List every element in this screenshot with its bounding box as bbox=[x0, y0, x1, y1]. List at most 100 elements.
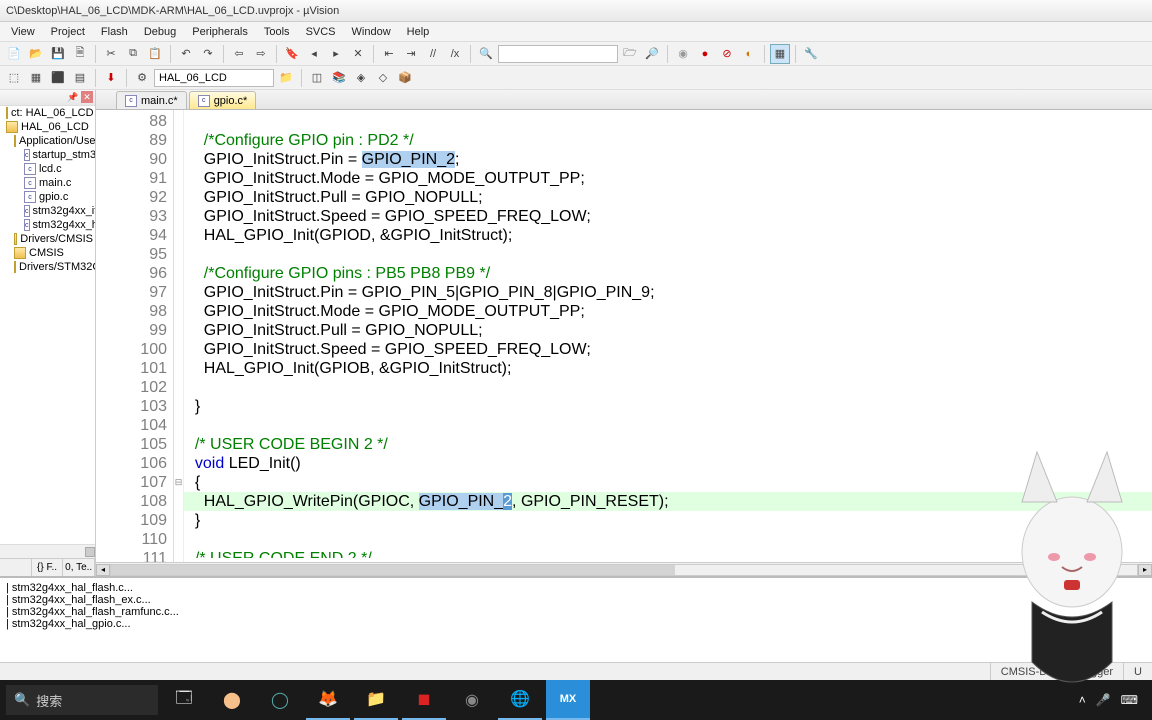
taskbar-app-red[interactable]: ◼ bbox=[402, 680, 446, 720]
taskbar-cortana-icon[interactable]: ◯ bbox=[258, 680, 302, 720]
batch-build-icon[interactable]: ▤ bbox=[70, 68, 90, 88]
bookmark-icon[interactable]: 🔖 bbox=[282, 44, 302, 64]
tray-ime-icon[interactable]: ⌨ bbox=[1121, 693, 1138, 707]
uncomment-icon[interactable]: /x bbox=[445, 44, 465, 64]
code-line[interactable]: GPIO_InitStruct.Pin = GPIO_PIN_2; bbox=[186, 150, 1152, 169]
bookmark-prev-icon[interactable]: ◂ bbox=[304, 44, 324, 64]
find-dropdown[interactable] bbox=[498, 45, 618, 63]
code-line[interactable]: void LED_Init() bbox=[186, 454, 1152, 473]
code-line[interactable]: } bbox=[186, 511, 1152, 530]
taskbar-cubemx-icon[interactable]: MX bbox=[546, 680, 590, 720]
pack-installer-icon[interactable]: 📦 bbox=[395, 68, 415, 88]
tree-item[interactable]: clcd.c bbox=[0, 162, 95, 176]
target-options-icon[interactable]: ⚙ bbox=[132, 68, 152, 88]
editor-hscroll[interactable]: ◂ ▸ bbox=[96, 562, 1152, 576]
window-layout-icon[interactable]: ▦ bbox=[770, 44, 790, 64]
sidebar-tab[interactable]: {} F.. bbox=[32, 559, 64, 576]
nav-back-icon[interactable]: ⇦ bbox=[229, 44, 249, 64]
code-line[interactable] bbox=[186, 530, 1152, 549]
code-line[interactable]: /*Configure GPIO pins : PB5 PB8 PB9 */ bbox=[186, 264, 1152, 283]
incremental-find-icon[interactable]: 🔎 bbox=[642, 44, 662, 64]
cut-icon[interactable]: ✂ bbox=[101, 44, 121, 64]
manage-rte-icon[interactable]: ◈ bbox=[351, 68, 371, 88]
sidebar-tab[interactable] bbox=[0, 559, 32, 576]
bookmark-next-icon[interactable]: ▸ bbox=[326, 44, 346, 64]
code-line[interactable]: { bbox=[186, 473, 1152, 492]
editor-tab[interactable]: cmain.c* bbox=[116, 91, 187, 109]
insert-breakpoint-icon[interactable]: ● bbox=[695, 44, 715, 64]
configure-icon[interactable]: 🔧 bbox=[801, 44, 821, 64]
paste-icon[interactable]: 📋 bbox=[145, 44, 165, 64]
taskbar-explorer-icon[interactable]: 📁 bbox=[354, 680, 398, 720]
scroll-left-icon[interactable]: ◂ bbox=[96, 564, 110, 576]
taskbar-firefox-icon[interactable]: 🦊 bbox=[306, 680, 350, 720]
sidebar-hscroll[interactable] bbox=[0, 544, 95, 558]
manage-project-icon[interactable]: 📁 bbox=[276, 68, 296, 88]
menu-help[interactable]: Help bbox=[400, 24, 437, 40]
code-line[interactable]: GPIO_InitStruct.Speed = GPIO_SPEED_FREQ_… bbox=[186, 207, 1152, 226]
comment-icon[interactable]: // bbox=[423, 44, 443, 64]
tree-item[interactable]: cstartup_stm32g bbox=[0, 148, 95, 162]
code-line[interactable] bbox=[186, 112, 1152, 131]
system-tray[interactable]: ˄ 🎤 ⌨ bbox=[1079, 693, 1146, 707]
code-line[interactable]: GPIO_InitStruct.Pull = GPIO_NOPULL; bbox=[186, 321, 1152, 340]
target-select-dropdown[interactable]: HAL_06_LCD bbox=[154, 69, 274, 87]
build-output-panel[interactable]: | stm32g4xx_hal_flash.c...| stm32g4xx_ha… bbox=[0, 576, 1152, 662]
code-line[interactable]: HAL_GPIO_WritePin(GPIOC, GPIO_PIN_2, GPI… bbox=[186, 492, 1152, 511]
copy-icon[interactable]: ⧉ bbox=[123, 44, 143, 64]
editor-tab[interactable]: cgpio.c* bbox=[189, 91, 257, 109]
code-line[interactable] bbox=[186, 245, 1152, 264]
menu-svcs[interactable]: SVCS bbox=[299, 24, 343, 40]
code-line[interactable]: GPIO_InitStruct.Speed = GPIO_SPEED_FREQ_… bbox=[186, 340, 1152, 359]
taskbar-app-2[interactable]: ⬤ bbox=[210, 680, 254, 720]
rebuild-icon[interactable]: ⬛ bbox=[48, 68, 68, 88]
tree-item[interactable]: cgpio.c bbox=[0, 190, 95, 204]
tree-item[interactable]: Application/User bbox=[0, 134, 95, 148]
close-icon[interactable]: ✕ bbox=[81, 91, 93, 103]
code-line[interactable]: GPIO_InitStruct.Pull = GPIO_NOPULL; bbox=[186, 188, 1152, 207]
bookmark-clear-icon[interactable]: ✕ bbox=[348, 44, 368, 64]
translate-icon[interactable]: ⬚ bbox=[4, 68, 24, 88]
taskbar-edge-icon[interactable]: 🌐 bbox=[498, 680, 542, 720]
code-line[interactable]: GPIO_InitStruct.Pin = GPIO_PIN_5|GPIO_PI… bbox=[186, 283, 1152, 302]
find-in-files-icon[interactable]: 🗁 bbox=[620, 44, 640, 64]
menu-project[interactable]: Project bbox=[44, 24, 92, 40]
pin-icon[interactable]: 📌 bbox=[67, 91, 79, 103]
find-icon[interactable]: 🔍 bbox=[476, 44, 496, 64]
tray-chevron-icon[interactable]: ˄ bbox=[1079, 693, 1086, 707]
project-tree[interactable]: ct: HAL_06_LCDHAL_06_LCDApplication/User… bbox=[0, 106, 95, 558]
tree-item[interactable]: cstm32g4xx_hal_ bbox=[0, 218, 95, 232]
code-line[interactable]: /* USER CODE END 2 */ bbox=[186, 549, 1152, 558]
tree-item[interactable]: Drivers/CMSIS bbox=[0, 232, 95, 246]
code-line[interactable]: GPIO_InitStruct.Mode = GPIO_MODE_OUTPUT_… bbox=[186, 169, 1152, 188]
tree-item[interactable]: HAL_06_LCD bbox=[0, 120, 95, 134]
code-line[interactable]: HAL_GPIO_Init(GPIOB, &GPIO_InitStruct); bbox=[186, 359, 1152, 378]
code-body[interactable]: /*Configure GPIO pin : PD2 */ GPIO_InitS… bbox=[184, 110, 1152, 562]
kill-breakpoint-icon[interactable]: ⊘ bbox=[717, 44, 737, 64]
menu-window[interactable]: Window bbox=[345, 24, 398, 40]
redo-icon[interactable]: ↷ bbox=[198, 44, 218, 64]
taskbar-app-dark[interactable]: ◉ bbox=[450, 680, 494, 720]
code-line[interactable] bbox=[186, 378, 1152, 397]
code-line[interactable]: HAL_GPIO_Init(GPIOD, &GPIO_InitStruct); bbox=[186, 226, 1152, 245]
tree-item[interactable]: ct: HAL_06_LCD bbox=[0, 106, 95, 120]
file-ext-icon[interactable]: ◫ bbox=[307, 68, 327, 88]
save-icon[interactable]: 💾 bbox=[48, 44, 68, 64]
fold-column[interactable]: ⊟ bbox=[174, 110, 184, 562]
tree-item[interactable]: cstm32g4xx_it.c bbox=[0, 204, 95, 218]
download-icon[interactable]: ⬇ bbox=[101, 68, 121, 88]
debug-start-icon[interactable]: ◉ bbox=[673, 44, 693, 64]
code-line[interactable] bbox=[186, 416, 1152, 435]
code-line[interactable]: GPIO_InitStruct.Mode = GPIO_MODE_OUTPUT_… bbox=[186, 302, 1152, 321]
menu-view[interactable]: View bbox=[4, 24, 42, 40]
tray-mic-icon[interactable]: 🎤 bbox=[1096, 693, 1111, 707]
scroll-right-icon[interactable]: ▸ bbox=[1138, 564, 1152, 576]
new-file-icon[interactable]: 📄 bbox=[4, 44, 24, 64]
indent-left-icon[interactable]: ⇤ bbox=[379, 44, 399, 64]
taskbar-search[interactable]: 🔍 搜索 bbox=[6, 685, 158, 715]
tree-item[interactable]: cmain.c bbox=[0, 176, 95, 190]
code-line[interactable]: } bbox=[186, 397, 1152, 416]
sidebar-tab[interactable]: 0, Te.. bbox=[63, 559, 95, 576]
books-icon[interactable]: 📚 bbox=[329, 68, 349, 88]
select-packs-icon[interactable]: ◇ bbox=[373, 68, 393, 88]
